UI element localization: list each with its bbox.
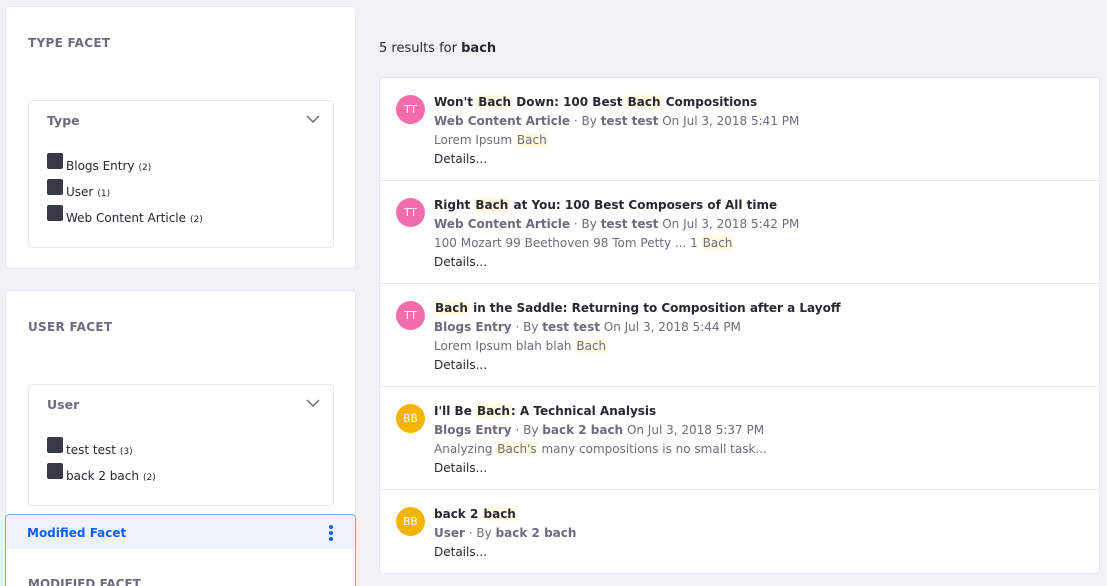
user-facet-item[interactable]: back 2 bach (2) bbox=[47, 459, 156, 485]
user-facet-item[interactable]: test test (3) bbox=[47, 433, 156, 459]
modified-facet-bar[interactable]: Modified Facet bbox=[5, 514, 356, 550]
result-item: TT Bach in the Saddle: Returning to Comp… bbox=[380, 284, 1099, 387]
facet-count: (3) bbox=[119, 447, 133, 457]
details-link[interactable]: Details... bbox=[434, 543, 576, 561]
result-item: TT Right Bach at You: 100 Best Composers… bbox=[380, 181, 1099, 284]
chevron-down-icon[interactable] bbox=[305, 113, 321, 125]
chevron-down-icon[interactable] bbox=[305, 397, 321, 409]
results-list: TT Won't Bach Down: 100 Best Bach Compos… bbox=[379, 77, 1100, 574]
result-title[interactable]: Bach in the Saddle: Returning to Composi… bbox=[434, 299, 841, 318]
avatar: TT bbox=[396, 301, 425, 330]
user-facet-title: USER FACET bbox=[28, 320, 113, 334]
type-facet-item[interactable]: Web Content Article (2) bbox=[47, 201, 203, 227]
checkbox[interactable] bbox=[47, 153, 63, 169]
modified-facet-title: MODIFIED FACET bbox=[28, 577, 141, 586]
type-facet-list: Blogs Entry (2) User (1) Web Content Art… bbox=[47, 149, 203, 227]
modified-facet-label: Modified Facet bbox=[27, 526, 127, 540]
avatar: TT bbox=[396, 198, 425, 227]
results-summary: 5 results for bach bbox=[379, 41, 496, 56]
user-facet-box: User test test (3) back 2 bach (2) bbox=[28, 384, 334, 506]
facet-label: Web Content Article bbox=[66, 211, 187, 225]
checkbox[interactable] bbox=[47, 205, 63, 221]
result-title[interactable]: Won't Bach Down: 100 Best Bach Compositi… bbox=[434, 93, 799, 112]
details-link[interactable]: Details... bbox=[434, 150, 799, 168]
type-facet-panel: TYPE FACET Type Blogs Entry (2) User (1)… bbox=[5, 6, 356, 269]
user-facet-header[interactable]: User bbox=[47, 397, 79, 412]
facet-count: (2) bbox=[190, 215, 203, 225]
result-snippet: Lorem Ipsum Bach bbox=[434, 133, 548, 147]
checkbox[interactable] bbox=[47, 463, 63, 479]
result-title[interactable]: back 2 bach bbox=[434, 505, 576, 524]
result-meta: User · By back 2 bach bbox=[434, 526, 577, 540]
facet-label: back 2 bach bbox=[66, 469, 139, 483]
result-snippet: 100 Mozart 99 Beethoven 98 Tom Petty ...… bbox=[434, 236, 734, 250]
result-item: BB I'll Be Bach: A Technical Analysis Bl… bbox=[380, 387, 1099, 490]
result-snippet: Lorem Ipsum blah blah Bach bbox=[434, 339, 608, 353]
facet-count: (2) bbox=[142, 473, 156, 483]
avatar: BB bbox=[396, 404, 425, 433]
facet-label: Blogs Entry bbox=[66, 159, 135, 173]
type-facet-item[interactable]: Blogs Entry (2) bbox=[47, 149, 203, 175]
details-link[interactable]: Details... bbox=[434, 253, 799, 271]
type-facet-item[interactable]: User (1) bbox=[47, 175, 203, 201]
result-item: TT Won't Bach Down: 100 Best Bach Compos… bbox=[380, 78, 1099, 181]
result-title[interactable]: Right Bach at You: 100 Best Composers of… bbox=[434, 196, 799, 215]
type-facet-title: TYPE FACET bbox=[28, 36, 111, 50]
facet-label: User bbox=[66, 185, 94, 199]
result-item: BB back 2 bach User · By back 2 bach Det… bbox=[380, 490, 1099, 573]
facet-count: (2) bbox=[138, 163, 152, 173]
user-facet-list: test test (3) back 2 bach (2) bbox=[47, 433, 156, 485]
details-link[interactable]: Details... bbox=[434, 459, 767, 477]
avatar: BB bbox=[396, 507, 425, 536]
details-link[interactable]: Details... bbox=[434, 356, 841, 374]
result-meta: Web Content Article · By test test On Ju… bbox=[434, 114, 800, 128]
result-meta: Web Content Article · By test test On Ju… bbox=[434, 217, 800, 231]
checkbox[interactable] bbox=[47, 437, 63, 453]
facet-count: (1) bbox=[97, 189, 111, 199]
type-facet-box: Type Blogs Entry (2) User (1) Web Conten… bbox=[28, 100, 334, 248]
type-facet-header[interactable]: Type bbox=[47, 113, 80, 128]
result-title[interactable]: I'll Be Bach: A Technical Analysis bbox=[434, 402, 767, 421]
result-meta: Blogs Entry · By back 2 bach On Jul 3, 2… bbox=[434, 423, 765, 437]
results-count-text: 5 results for bbox=[379, 41, 457, 56]
avatar: TT bbox=[396, 95, 425, 124]
checkbox[interactable] bbox=[47, 179, 63, 195]
result-meta: Blogs Entry · By test test On Jul 3, 201… bbox=[434, 320, 741, 334]
result-snippet: Analyzing Bach's many compositions is no… bbox=[434, 442, 767, 456]
kebab-menu-icon[interactable] bbox=[329, 525, 333, 541]
modified-facet-panel: MODIFIED FACET bbox=[5, 549, 356, 586]
facet-label: test test bbox=[66, 443, 116, 457]
search-keyword: bach bbox=[461, 41, 497, 56]
